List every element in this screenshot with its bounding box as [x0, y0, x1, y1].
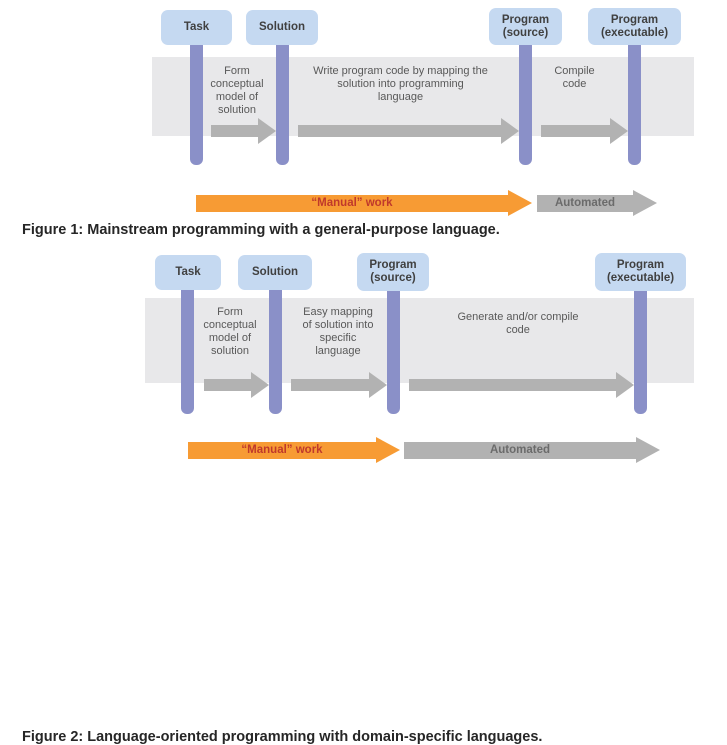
- node-program-executable[interactable]: Program (executable): [595, 253, 686, 291]
- node-task[interactable]: Task: [161, 10, 232, 45]
- node-solution[interactable]: Solution: [238, 255, 312, 290]
- pillar-program-executable: [634, 282, 647, 414]
- node-program-executable[interactable]: Program (executable): [588, 8, 681, 45]
- node-program-source[interactable]: Program (source): [357, 253, 429, 291]
- summary-arrow-automated-label: Automated: [489, 444, 551, 456]
- summary-arrow-manual-work: “Manual” work: [188, 437, 400, 464]
- phase-text-form-conceptual-model: Form conceptual model of solution: [210, 65, 264, 116]
- node-program-source[interactable]: Program (source): [489, 8, 562, 45]
- phase-text-easy-mapping: Easy mapping of solution into specific l…: [302, 306, 374, 357]
- flow-arrow-source-to-executable: [541, 118, 628, 144]
- phase-text-compile-code: Compile code: [554, 65, 595, 90]
- pillar-program-source: [387, 282, 400, 414]
- flow-arrow-solution-to-source: [298, 118, 519, 144]
- pillar-solution: [276, 40, 289, 165]
- figure-2: Task Solution Program (source) Program (…: [0, 248, 727, 745]
- pillar-program-source: [519, 40, 532, 165]
- figure-1-diagram: Task Solution Program (source) Program (…: [0, 0, 727, 248]
- summary-arrow-automated-label: Automated: [554, 197, 616, 209]
- summary-arrow-manual-work: “Manual” work: [196, 190, 532, 217]
- phase-text-form-conceptual-model: Form conceptual model of solution: [203, 306, 257, 357]
- figure-1-caption: Figure 1: Mainstream programming with a …: [22, 222, 500, 238]
- summary-arrow-automated: Automated: [537, 190, 657, 217]
- phase-text-write-program-code: Write program code by mapping the soluti…: [313, 65, 488, 103]
- pillar-program-executable: [628, 40, 641, 165]
- figure-2-diagram: Task Solution Program (source) Program (…: [0, 248, 727, 507]
- flow-arrow-solution-to-source: [291, 372, 387, 398]
- pillar-solution: [269, 282, 282, 414]
- summary-arrow-manual-work-label: “Manual” work: [311, 197, 393, 209]
- flow-arrow-source-to-executable: [409, 372, 634, 398]
- summary-arrow-manual-work-label: “Manual” work: [241, 444, 323, 456]
- flow-arrow-task-to-solution: [204, 372, 269, 398]
- flow-arrow-task-to-solution: [211, 118, 276, 144]
- figure-2-caption: Figure 2: Language-oriented programming …: [22, 729, 543, 745]
- summary-arrow-automated: Automated: [404, 437, 660, 464]
- phase-text-generate-compile-code: Generate and/or compile code: [457, 311, 579, 336]
- node-solution[interactable]: Solution: [246, 10, 318, 45]
- node-task[interactable]: Task: [155, 255, 221, 290]
- figure-1: Task Solution Program (source) Program (…: [0, 0, 727, 248]
